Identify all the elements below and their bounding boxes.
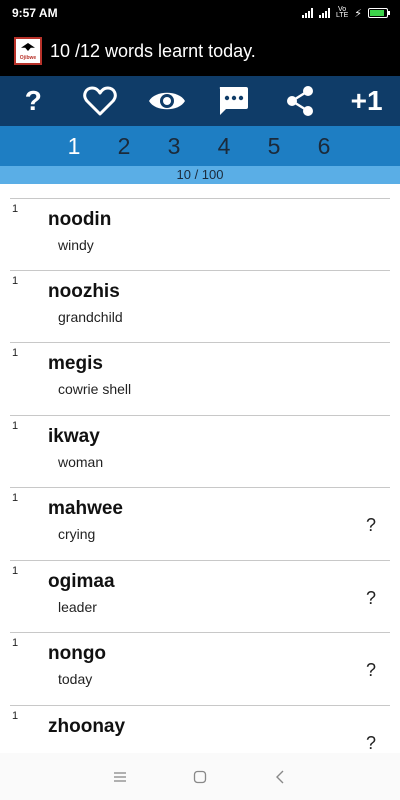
app-logo: Ojibwe [14, 37, 42, 65]
toolbar: ? +1 [0, 76, 400, 126]
word-count: 1 [12, 203, 19, 215]
word-title: ikway [48, 425, 100, 447]
system-nav-bar [0, 753, 400, 800]
word-title: nongo [48, 643, 107, 664]
tab-4[interactable]: 4 [199, 126, 249, 166]
status-icons: Vo LTE ⚡ [301, 6, 390, 20]
list-item[interactable]: 1 nongo today ? [10, 633, 390, 706]
word-meaning: leader [58, 598, 97, 615]
tab-6[interactable]: 6 [299, 126, 349, 166]
tab-5[interactable]: 5 [249, 126, 299, 166]
list-item[interactable]: 1 zhoonay ? [10, 706, 390, 754]
tab-3[interactable]: 3 [149, 126, 199, 166]
list-item[interactable]: 1 megis cowrie shell [10, 343, 390, 416]
word-count: 1 [12, 564, 19, 577]
page-title: 10 /12 words learnt today. [50, 40, 256, 61]
signal-icon [301, 8, 313, 18]
word-title: noodin [48, 209, 112, 230]
unknown-marker[interactable]: ? [366, 588, 376, 609]
home-icon[interactable] [180, 757, 220, 797]
battery-icon [368, 8, 390, 18]
heart-icon[interactable] [78, 79, 122, 123]
word-meaning: grandchild [58, 308, 123, 325]
word-count: 1 [12, 492, 19, 504]
word-meaning: today [58, 671, 93, 687]
question-icon[interactable]: ? [11, 79, 55, 123]
list-item[interactable]: 1 noozhis grandchild [10, 271, 390, 343]
word-count: 1 [12, 274, 19, 287]
battery-fill [370, 10, 385, 16]
back-icon[interactable] [260, 757, 300, 797]
word-title: mahwee [48, 498, 123, 519]
word-meaning: crying [58, 526, 96, 542]
lte-icon: Vo LTE [335, 6, 349, 19]
list-item[interactable]: 1 noodin windy [10, 198, 390, 271]
word-meaning: woman [58, 453, 104, 470]
word-count: 1 [12, 709, 19, 722]
word-title: ogimaa [48, 570, 115, 592]
word-title: zhoonay [48, 715, 126, 737]
list-item[interactable]: 1 mahwee crying ? [10, 488, 390, 561]
tab-2[interactable]: 2 [99, 126, 149, 166]
unknown-marker[interactable]: ? [366, 733, 376, 754]
word-count: 1 [12, 347, 19, 359]
list-item[interactable]: 1 ogimaa leader ? [10, 561, 390, 633]
unknown-marker[interactable]: ? [366, 515, 376, 536]
word-meaning: windy [58, 237, 94, 253]
app-logo-text: Ojibwe [19, 55, 37, 61]
title-bar: Ojibwe 10 /12 words learnt today. [0, 26, 400, 76]
lesson-tabs: 1 2 3 4 5 6 [0, 126, 400, 166]
bird-icon [21, 43, 35, 51]
word-meaning: cowrie shell [58, 381, 132, 397]
list-item[interactable]: 1 ikway woman [10, 416, 390, 488]
word-title: noozhis [48, 280, 120, 302]
share-icon[interactable] [278, 79, 322, 123]
plus-one-icon[interactable]: +1 [345, 79, 389, 123]
status-bar: 9:57 AM Vo LTE ⚡ [0, 0, 400, 26]
menu-icon[interactable] [100, 757, 140, 797]
unknown-marker[interactable]: ? [366, 660, 376, 681]
word-title: megis [48, 353, 103, 374]
message-icon[interactable] [211, 79, 255, 123]
charging-icon: ⚡ [354, 7, 362, 20]
word-count: 1 [12, 637, 19, 649]
status-time: 9:57 AM [12, 6, 58, 20]
word-list[interactable]: 1 noodin windy 1 noozhis grandchild 1 me… [0, 184, 400, 753]
progress-counter: 10 / 100 [0, 166, 400, 184]
word-count: 1 [12, 419, 19, 432]
tab-1[interactable]: 1 [49, 126, 99, 166]
eye-icon[interactable] [145, 79, 189, 123]
signal-icon-secondary [318, 8, 330, 18]
